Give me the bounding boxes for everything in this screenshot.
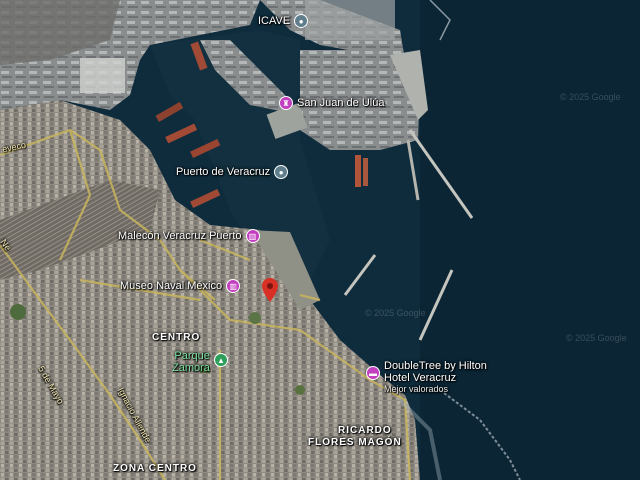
poi-museo-label: Museo Naval México — [120, 280, 223, 292]
poi-icave-label: ICAVE — [258, 15, 291, 27]
area-ricardo-1: RICARDO — [338, 425, 392, 436]
poi-museo-naval[interactable]: Museo Naval México ▥ — [120, 279, 241, 293]
pin-circle-icon: ● — [294, 14, 309, 28]
area-ricardo-2: FLORES MAGÓN — [308, 437, 402, 448]
poi-malecon[interactable]: Malecón Veracruz Puerto ▥ — [118, 229, 260, 243]
museum-icon: ▥ — [245, 229, 260, 243]
poi-san-juan-label: San Juan de Ulúa — [297, 97, 385, 109]
castle-icon: ♜ — [279, 96, 293, 110]
tree-icon: ▲ — [213, 353, 228, 367]
poi-puerto-label: Puerto de Veracruz — [176, 166, 271, 178]
location-pin-icon[interactable] — [262, 278, 278, 307]
satellite-map[interactable]: ICAVE ● ♜ San Juan de Ulúa Puerto de Ver… — [0, 0, 640, 480]
copyright-watermark: © 2025 Google — [560, 92, 621, 102]
poi-hotel-sublabel: Mejor valorados — [384, 384, 449, 394]
museum-icon: ▥ — [226, 279, 241, 293]
poi-doubletree-hotel[interactable]: ▬ DoubleTree by Hilton Hotel Veracruz Me… — [366, 360, 487, 394]
poi-malecon-label: Malecón Veracruz Puerto — [118, 230, 242, 242]
copyright-watermark: © 2025 Google — [365, 308, 426, 318]
poi-hotel-label-2: Hotel Veracruz — [384, 372, 457, 384]
poi-puerto-de-veracruz[interactable]: Puerto de Veracruz ● — [176, 165, 289, 179]
area-zona-centro: ZONA CENTRO — [113, 463, 197, 474]
poi-hotel-label-1: DoubleTree by Hilton — [384, 360, 487, 372]
poi-parque-label-1: Parque — [174, 350, 210, 362]
poi-parque-label-2: Zamora — [172, 362, 210, 374]
hotel-icon: ▬ — [366, 366, 380, 380]
map-imagery — [0, 0, 640, 480]
pin-circle-icon: ● — [274, 165, 289, 179]
copyright-watermark: © 2025 Google — [566, 333, 627, 343]
poi-san-juan-de-ulua[interactable]: ♜ San Juan de Ulúa — [279, 96, 384, 110]
poi-icave[interactable]: ICAVE ● — [258, 14, 309, 28]
area-centro: CENTRO — [152, 332, 201, 343]
poi-parque-zamora[interactable]: Parque Zamora ▲ — [172, 350, 228, 374]
